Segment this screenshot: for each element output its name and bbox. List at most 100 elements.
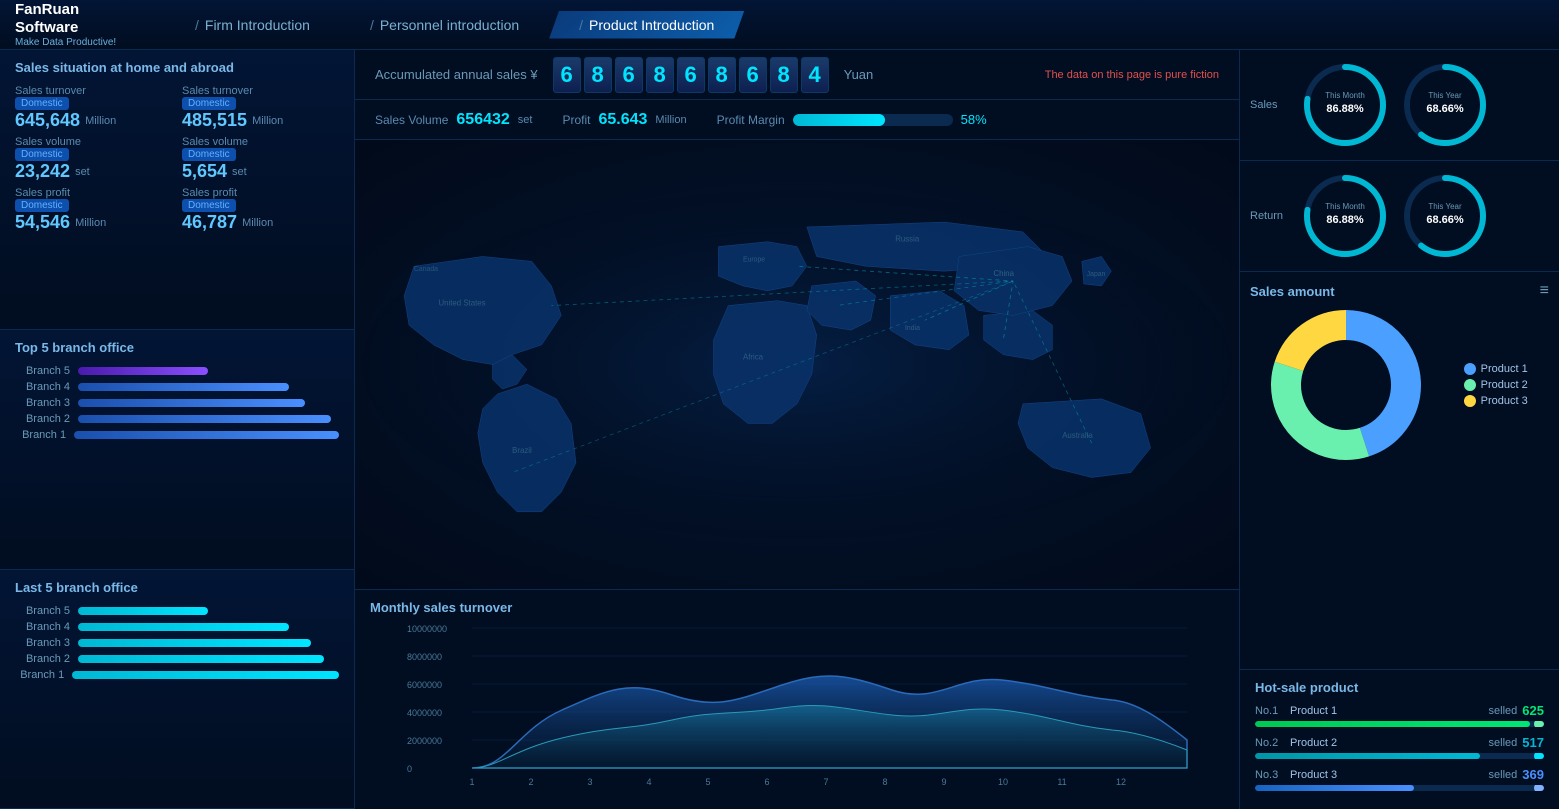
digit-3: 8 — [646, 57, 674, 93]
kpi-return-section: Return This Month 86.88% This Year — [1240, 161, 1559, 272]
sales-turnover-label-1: Sales turnover — [15, 85, 172, 97]
last5-title: Last 5 branch office — [15, 580, 339, 595]
left-panel: Sales situation at home and abroad Sales… — [0, 50, 355, 809]
last5-branch3-label: Branch 3 — [15, 637, 70, 649]
sales-situation-title: Sales situation at home and abroad — [15, 60, 339, 75]
svg-text:This Year: This Year — [1428, 202, 1462, 211]
legend-dot-product3 — [1464, 395, 1476, 407]
badge-domestic-3: Domestic — [15, 148, 69, 161]
sales-item-profit-1: Sales profit Domestic 54,546 Million — [15, 187, 172, 233]
stat-margin: Profit Margin 58% — [717, 112, 987, 127]
badge-domestic-2: Domestic — [182, 97, 236, 110]
svg-text:7: 7 — [823, 777, 828, 787]
tab-product-introduction[interactable]: Product Introduction — [549, 11, 744, 39]
digit-5: 8 — [708, 57, 736, 93]
hot-sale-value-1: 625 — [1522, 703, 1544, 718]
last5-branch4-label: Branch 4 — [15, 621, 70, 633]
volume-value-1: 23,242 — [15, 161, 70, 182]
top5-branch5: Branch 5 — [15, 365, 339, 377]
top5-branch2-bar — [78, 415, 331, 423]
hot-sale-selled-2: selled — [1489, 737, 1518, 749]
badge-domestic-5: Domestic — [15, 199, 69, 212]
hot-sale-name-2: Product 2 — [1290, 737, 1484, 749]
sales-profit-label-2: Sales profit — [182, 187, 339, 199]
svg-text:68.66%: 68.66% — [1426, 214, 1464, 226]
logo-title: FanRuanSoftware — [15, 1, 145, 37]
logo-tagline: Make Data Productive! — [15, 37, 145, 48]
tab-firm-introduction[interactable]: Firm Introduction — [165, 11, 340, 39]
world-map-svg: United States Canada Brazil Europe Afric… — [355, 140, 1239, 589]
monthly-chart-title: Monthly sales turnover — [370, 600, 1224, 615]
svg-text:11: 11 — [1057, 777, 1066, 787]
top5-branch4: Branch 4 — [15, 381, 339, 393]
svg-text:Africa: Africa — [743, 353, 764, 362]
sales-item-turnover-1: Sales turnover Domestic 645,648 Million — [15, 85, 172, 131]
sales-item-volume-2: Sales volume Domestic 5,654 set — [182, 136, 339, 182]
hot-sale-info-2: No.2 Product 2 selled 517 — [1255, 735, 1544, 750]
svg-text:0: 0 — [407, 764, 412, 774]
sales-volume-label-2: Sales volume — [182, 136, 339, 148]
sales-profit-label-1: Sales profit — [15, 187, 172, 199]
monthly-chart-area: 10000000 8000000 6000000 4000000 2000000… — [370, 620, 1224, 790]
top5-branch1-bar — [74, 431, 339, 439]
svg-text:1: 1 — [469, 777, 474, 787]
hot-sale-bar-inner-3 — [1255, 785, 1414, 791]
sales-item-profit-2: Sales profit Domestic 46,787 Million — [182, 187, 339, 233]
last5-branch3: Branch 3 — [15, 637, 339, 649]
svg-text:This Year: This Year — [1428, 91, 1462, 100]
svg-text:2000000: 2000000 — [407, 736, 442, 746]
kpi-sales-section: Sales This Month 86.88% This Year — [1240, 50, 1559, 161]
legend-dot-product1 — [1464, 363, 1476, 375]
tab-personnel-introduction[interactable]: Personnel introduction — [340, 11, 549, 39]
kpi-sales-row: Sales This Month 86.88% This Year — [1250, 60, 1549, 150]
svg-text:Canada: Canada — [414, 266, 438, 273]
hot-sale-bar-outer-2 — [1255, 753, 1544, 759]
hot-sale-row-2: No.2 Product 2 selled 517 — [1255, 735, 1544, 759]
sales-amount-menu-icon[interactable]: ≡ — [1540, 282, 1549, 300]
header: FanRuanSoftware Make Data Productive! Fi… — [0, 0, 1559, 50]
svg-text:4: 4 — [646, 777, 651, 787]
sales-grid: Sales turnover Domestic 645,648 Million … — [15, 85, 339, 233]
sales-item-volume-1: Sales volume Domestic 23,242 set — [15, 136, 172, 182]
hot-sale-bar-inner-2 — [1255, 753, 1480, 759]
svg-text:9: 9 — [941, 777, 946, 787]
pie-legend: Product 1 Product 2 Product 3 — [1464, 363, 1528, 407]
top5-section: Top 5 branch office Branch 5 Branch 4 Br… — [0, 330, 354, 570]
world-map-area: United States Canada Brazil Europe Afric… — [355, 140, 1239, 589]
volume-unit-2: set — [232, 166, 247, 178]
ticker-unit: Yuan — [844, 67, 874, 82]
svg-text:This Month: This Month — [1325, 91, 1365, 100]
svg-text:10: 10 — [998, 777, 1008, 787]
turnover-unit-1: Million — [85, 115, 116, 127]
kpi-return-year-ring-svg: This Year 68.66% — [1400, 171, 1490, 261]
svg-text:6000000: 6000000 — [407, 680, 442, 690]
profit-value-1: 54,546 — [15, 212, 70, 233]
sales-item-turnover-2: Sales turnover Domestic 485,515 Million — [182, 85, 339, 131]
hot-sale-bar-outer-1 — [1255, 721, 1544, 727]
stat-profit-unit: Million — [655, 114, 686, 126]
monthly-chart-svg: 10000000 8000000 6000000 4000000 2000000… — [370, 620, 1224, 790]
last5-branch2-label: Branch 2 — [15, 653, 70, 665]
sales-amount-title: Sales amount — [1250, 284, 1335, 299]
top5-branch3-bar — [78, 399, 305, 407]
stat-sales-volume: Sales Volume 656432 set — [375, 111, 532, 129]
turnover-value-2: 485,515 — [182, 110, 247, 131]
profit-bar-outer — [793, 114, 953, 126]
profit-unit-1: Million — [75, 217, 106, 229]
hot-sale-bar-inner-1 — [1255, 721, 1530, 727]
last5-branch4-bar — [78, 623, 289, 631]
sales-situation-section: Sales situation at home and abroad Sales… — [0, 50, 354, 330]
badge-domestic-1: Domestic — [15, 97, 69, 110]
kpi-return-this-month: This Month 86.88% — [1300, 171, 1390, 261]
ticker-digits: 6 8 6 8 6 8 6 8 4 — [553, 57, 829, 93]
ticker-note: The data on this page is pure fiction — [1045, 69, 1219, 81]
last5-branch3-bar — [78, 639, 311, 647]
profit-unit-2: Million — [242, 217, 273, 229]
last5-branch4: Branch 4 — [15, 621, 339, 633]
kpi-return-label: Return — [1250, 210, 1290, 222]
stats-bar: Sales Volume 656432 set Profit 65.643 Mi… — [355, 100, 1239, 140]
top5-branch5-label: Branch 5 — [15, 365, 70, 377]
top5-branch5-bar — [78, 367, 208, 375]
svg-text:Brazil: Brazil — [512, 446, 532, 455]
turnover-value-1: 645,648 — [15, 110, 80, 131]
